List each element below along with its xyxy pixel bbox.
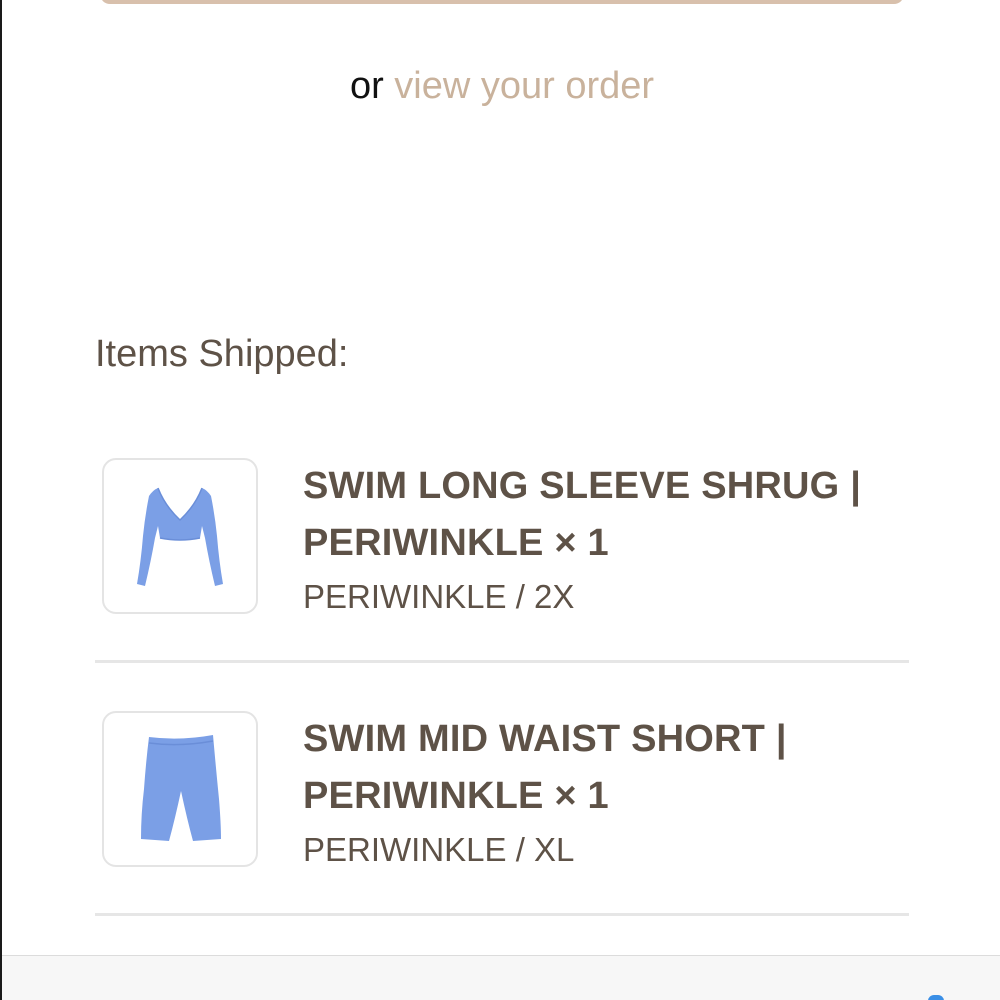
product-thumbnail[interactable] [102, 711, 258, 867]
view-order-link[interactable]: view your order [394, 65, 654, 107]
items-shipped-heading: Items Shipped: [95, 333, 349, 375]
product-name: SWIM LONG SLEEVE SHRUG | PERIWINKLE × 1 [303, 465, 862, 564]
toolbar-indicator-icon [928, 995, 944, 1000]
long-sleeve-shrug-image [137, 487, 223, 586]
shipped-item-row: SWIM LONG SLEEVE SHRUG | PERIWINKLE × 1 … [95, 410, 909, 663]
order-shipped-page: or view your order Items Shipped: SWIM L… [0, 0, 1000, 1000]
product-variant: PERIWINKLE / XL [303, 831, 575, 868]
item-divider [95, 913, 909, 916]
view-order-line: or view your order [2, 62, 1000, 110]
primary-action-button[interactable] [100, 0, 904, 4]
order-prefix-text: or [349, 65, 384, 107]
browser-bottom-toolbar [2, 955, 1000, 1000]
product-name: SWIM MID WAIST SHORT | PERIWINKLE × 1 [303, 718, 787, 817]
product-thumbnail[interactable] [102, 458, 258, 614]
product-variant: PERIWINKLE / 2X [303, 578, 575, 615]
shipped-item-row: SWIM MID WAIST SHORT | PERIWINKLE × 1 PE… [95, 663, 909, 916]
mid-waist-short-image [141, 735, 221, 841]
